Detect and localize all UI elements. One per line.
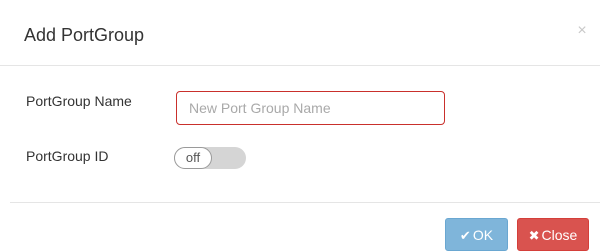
close-icon[interactable]: ×	[574, 23, 590, 39]
close-button-label: Close	[541, 227, 578, 243]
footer-divider	[10, 202, 600, 203]
portgroup-name-input[interactable]	[176, 91, 445, 125]
dialog-title: Add PortGroup	[24, 25, 145, 45]
ok-button-label: OK	[472, 227, 494, 243]
portgroup-id-label: PortGroup ID	[26, 148, 109, 164]
ok-button[interactable]: ✔ OK	[445, 218, 508, 251]
portgroup-name-label: PortGroup Name	[26, 93, 132, 109]
x-icon: ✖	[528, 228, 540, 243]
check-icon: ✔	[459, 228, 471, 243]
close-button[interactable]: ✖ Close	[517, 218, 589, 251]
portgroup-id-toggle[interactable]: off	[174, 147, 246, 169]
add-portgroup-dialog: Add PortGroup × PortGroup Name PortGroup…	[0, 0, 600, 251]
toggle-state-label: off	[174, 147, 212, 169]
dialog-header: Add PortGroup ×	[0, 0, 600, 66]
